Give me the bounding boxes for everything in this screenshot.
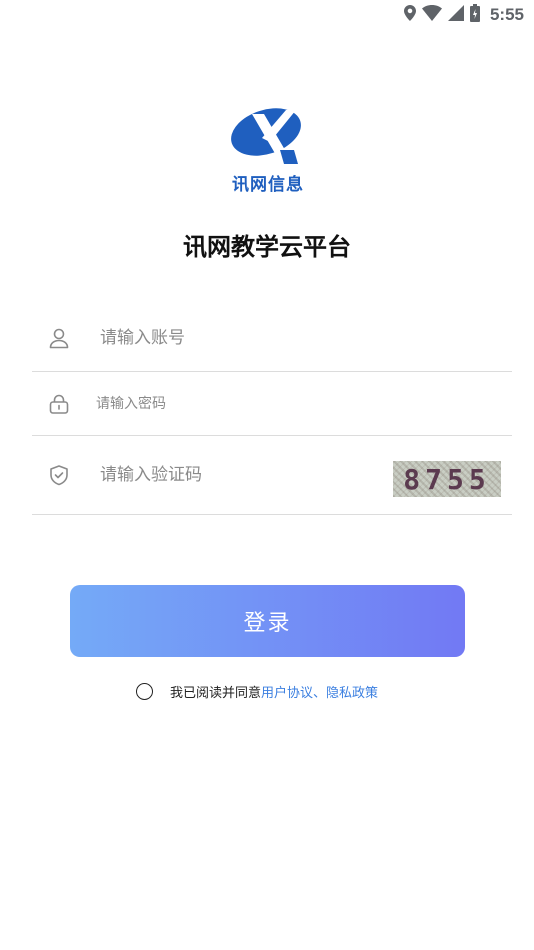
captcha-image[interactable]: 8755	[393, 461, 501, 497]
account-field	[32, 304, 512, 372]
agreement: 我已阅读并同意 用户协议、隐私政策	[136, 681, 378, 701]
page-title: 讯网教学云平台	[183, 233, 351, 261]
wifi-icon	[421, 5, 442, 25]
logo-x-icon	[231, 108, 301, 164]
agreement-text: 我已阅读并同意	[170, 685, 262, 701]
location-icon	[403, 5, 416, 25]
login-button[interactable]: 登录	[70, 585, 465, 657]
status-bar: 5:55	[0, 0, 534, 28]
status-time: 5:55	[489, 5, 524, 24]
signal-icon	[447, 5, 464, 25]
agreement-checkbox[interactable]	[136, 682, 153, 700]
shield-check-icon	[48, 464, 70, 486]
captcha-input[interactable]	[98, 464, 382, 486]
captcha-code: 8755	[403, 462, 491, 496]
lock-icon	[48, 393, 70, 415]
agreement-policy-link[interactable]: 用户协议、隐私政策	[261, 682, 378, 701]
status-icons: 5:55	[403, 4, 524, 26]
account-input[interactable]	[98, 326, 382, 349]
user-icon	[48, 327, 70, 349]
captcha-field: 8755	[32, 436, 512, 515]
battery-icon	[469, 4, 480, 26]
password-field	[32, 372, 512, 436]
password-input[interactable]	[94, 394, 378, 413]
logo-text: 讯网信息	[232, 175, 304, 195]
